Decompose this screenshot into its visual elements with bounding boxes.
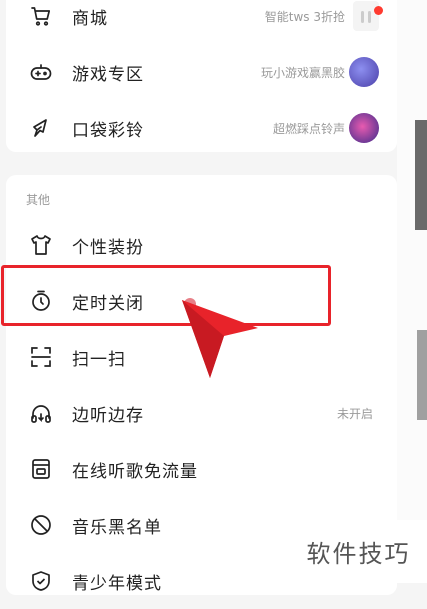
background-edge (397, 0, 427, 583)
menu-item-label: 商城 (72, 8, 108, 29)
status-text: 未开启 (336, 406, 373, 421)
tshirt-icon (28, 232, 54, 258)
block-icon (28, 512, 54, 538)
menu-item-free-data[interactable]: 在线听歌免流量 (6, 441, 397, 497)
menu-item-games[interactable]: 游戏专区 玩小游戏赢黑胶 (6, 44, 397, 100)
menu-item-ringtone[interactable]: 口袋彩铃 超燃踩点铃声 (6, 100, 397, 156)
menu-item-label: 游戏专区 (72, 64, 144, 85)
menu-item-label: 在线听歌免流量 (72, 461, 198, 482)
menu-item-label: 青少年模式 (72, 573, 162, 594)
shield-icon (28, 568, 54, 594)
arrow-pointer-icon (182, 298, 258, 378)
menu-item-label: 个性装扮 (72, 237, 144, 258)
earbuds-thumbnail (353, 1, 379, 31)
background-shadow (417, 330, 427, 420)
menu-item-label: 边听边存 (72, 405, 144, 426)
background-shadow (415, 120, 427, 230)
cart-icon (28, 3, 54, 29)
game-thumbnail (349, 57, 379, 87)
menu-item-label: 口袋彩铃 (72, 120, 144, 141)
notification-dot (374, 6, 383, 15)
menu-item-label: 扫一扫 (72, 349, 126, 370)
menu-item-listen-save[interactable]: 边听边存 未开启 (6, 385, 397, 441)
menu-item-subtitle: 超燃踩点铃声 (272, 121, 345, 136)
sim-card-icon (28, 456, 54, 482)
highlight-annotation (1, 265, 331, 326)
headphones-icon (28, 400, 54, 426)
menu-item-shop[interactable]: 商城 智能tws 3折抢 (6, 0, 397, 44)
scan-icon (28, 344, 54, 370)
watermark: 软件技巧 (290, 520, 427, 583)
menu-item-subtitle: 智能tws 3折抢 (264, 9, 345, 24)
gamepad-icon (28, 59, 54, 85)
services-card: 商城 智能tws 3折抢 游戏专区 玩小游戏赢黑胶 口袋彩铃 超燃踩点铃声 (6, 0, 397, 152)
ringtone-thumbnail (349, 113, 379, 143)
menu-item-label: 音乐黑名单 (72, 517, 162, 538)
ringtone-icon (28, 115, 54, 141)
menu-item-subtitle: 玩小游戏赢黑胶 (260, 65, 345, 80)
section-title: 其他 (26, 193, 51, 207)
